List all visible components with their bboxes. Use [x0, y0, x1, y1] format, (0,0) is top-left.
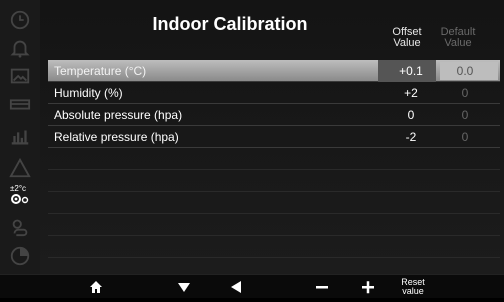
empty-row [48, 148, 500, 170]
card-icon[interactable] [8, 92, 32, 116]
calibration-label: ±2°c [10, 184, 26, 193]
sidebar: ±2°c [0, 0, 40, 274]
default-header-line2: Value [444, 37, 472, 49]
weather-icon[interactable] [8, 214, 32, 238]
default-value: 0 [461, 130, 469, 144]
offset-column-header: Offset Value [382, 27, 432, 49]
calibration-table: Temperature (°C) +0.1 0.0 Humidity (%) +… [48, 60, 500, 302]
plus-icon [362, 281, 374, 294]
reset-value-button[interactable]: Reset value [396, 277, 430, 297]
row-label: Relative pressure (hpa) [54, 130, 179, 144]
home-button[interactable] [86, 277, 106, 297]
default-value: 0 [461, 86, 469, 100]
plus-button[interactable] [358, 277, 378, 297]
left-button[interactable] [226, 277, 246, 297]
row-label: Humidity (%) [54, 86, 123, 100]
offset-value[interactable]: -2 [386, 130, 436, 144]
bottom-toolbar: Reset value [0, 274, 504, 298]
offset-value[interactable]: +0.1 [386, 64, 436, 78]
page-title: Indoor Calibration [152, 14, 308, 34]
table-row-absolute-pressure[interactable]: Absolute pressure (hpa) 0 0 [48, 104, 500, 126]
offset-value[interactable]: +2 [386, 86, 436, 100]
default-value: 0.0 [456, 64, 474, 78]
chart-icon[interactable] [8, 124, 32, 148]
empty-row [48, 236, 500, 258]
row-label: Temperature (°C) [54, 64, 147, 78]
left-arrow-icon [231, 281, 241, 293]
main-panel: Indoor Calibration Offset Value Default … [40, 0, 504, 280]
reset-label-line2: value [402, 286, 424, 296]
row-label: Absolute pressure (hpa) [54, 108, 183, 122]
calibration-screen: ±2°c Indoor Calibration Offset Value Def… [0, 0, 504, 298]
empty-row [48, 214, 500, 236]
table-row-humidity[interactable]: Humidity (%) +2 0 [48, 82, 500, 104]
empty-row [48, 170, 500, 192]
image-icon[interactable] [8, 64, 32, 88]
table-row-temperature[interactable]: Temperature (°C) +0.1 0.0 [48, 60, 500, 82]
default-value: 0 [461, 108, 469, 122]
down-arrow-icon [178, 283, 190, 292]
empty-row [48, 192, 500, 214]
table-row-relative-pressure[interactable]: Relative pressure (hpa) -2 0 [48, 126, 500, 148]
offset-value[interactable]: 0 [386, 108, 436, 122]
minus-icon [316, 286, 328, 289]
home-icon [90, 281, 102, 293]
offset-header-line2: Value [393, 37, 421, 49]
clock-icon[interactable] [8, 8, 32, 32]
bell-icon[interactable] [8, 36, 32, 60]
default-column-header: Default Value [433, 27, 483, 49]
calibration-icon[interactable]: ±2°c [8, 182, 32, 206]
minus-button[interactable] [312, 277, 332, 297]
down-button[interactable] [174, 277, 194, 297]
pie-icon[interactable] [8, 244, 32, 268]
warning-icon[interactable] [8, 156, 32, 180]
